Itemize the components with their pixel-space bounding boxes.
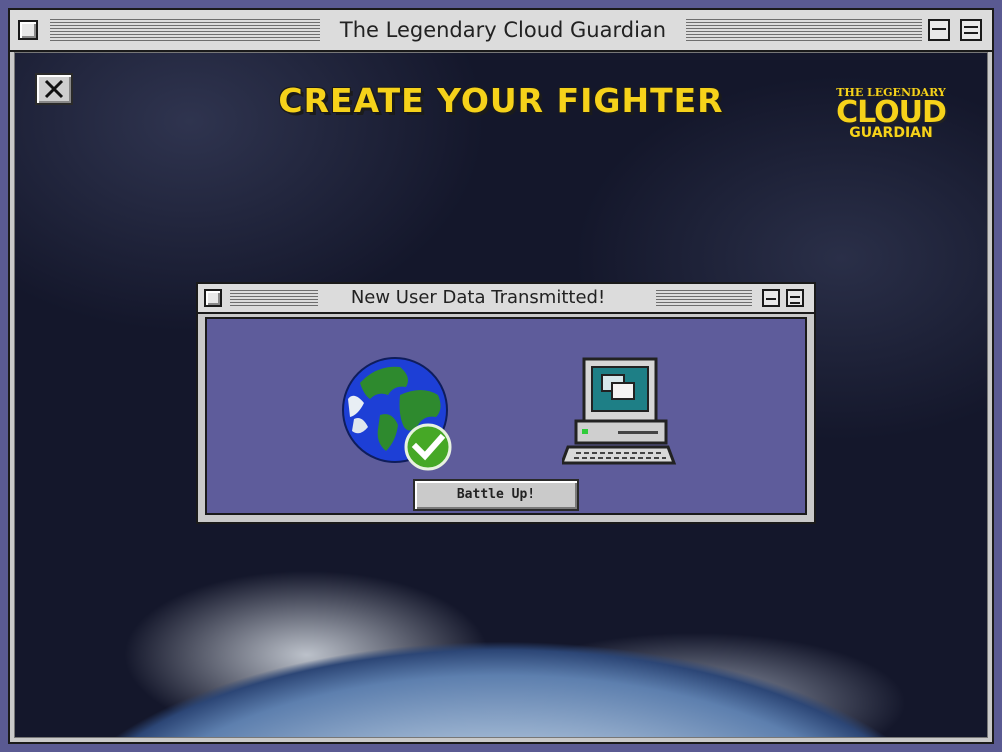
computer-icon	[562, 357, 677, 465]
window-title: The Legendary Cloud Guardian	[320, 10, 686, 50]
globe-icon	[342, 357, 452, 471]
dialog-collapse-icon[interactable]	[786, 289, 804, 307]
dialog-close-box[interactable]	[204, 289, 222, 307]
dialog-zoom-icon[interactable]	[762, 289, 780, 307]
dialog-title: New User Data Transmitted!	[318, 284, 638, 312]
collapse-box-icon[interactable]	[960, 19, 982, 41]
logo-line-2: CLOUD	[836, 95, 947, 130]
titlebar-stripes-right	[686, 19, 922, 41]
transmission-dialog: New User Data Transmitted! Battle Up!	[196, 282, 816, 524]
window-titlebar[interactable]: The Legendary Cloud Guardian	[10, 10, 992, 52]
game-logo: THE LEGENDARY CLOUD GUARDIAN	[835, 87, 947, 140]
window-close-box[interactable]	[18, 20, 38, 40]
logo-line-3: GUARDIAN	[849, 125, 933, 141]
battle-up-button[interactable]: Battle Up!	[413, 479, 579, 511]
dialog-titlebar[interactable]: New User Data Transmitted!	[198, 284, 814, 314]
titlebar-stripes	[50, 19, 320, 41]
dialog-titlebar-stripes	[230, 290, 320, 306]
dialog-body: Battle Up!	[205, 317, 807, 515]
zoom-box-icon[interactable]	[928, 19, 950, 41]
dialog-titlebar-stripes-right	[656, 290, 752, 306]
